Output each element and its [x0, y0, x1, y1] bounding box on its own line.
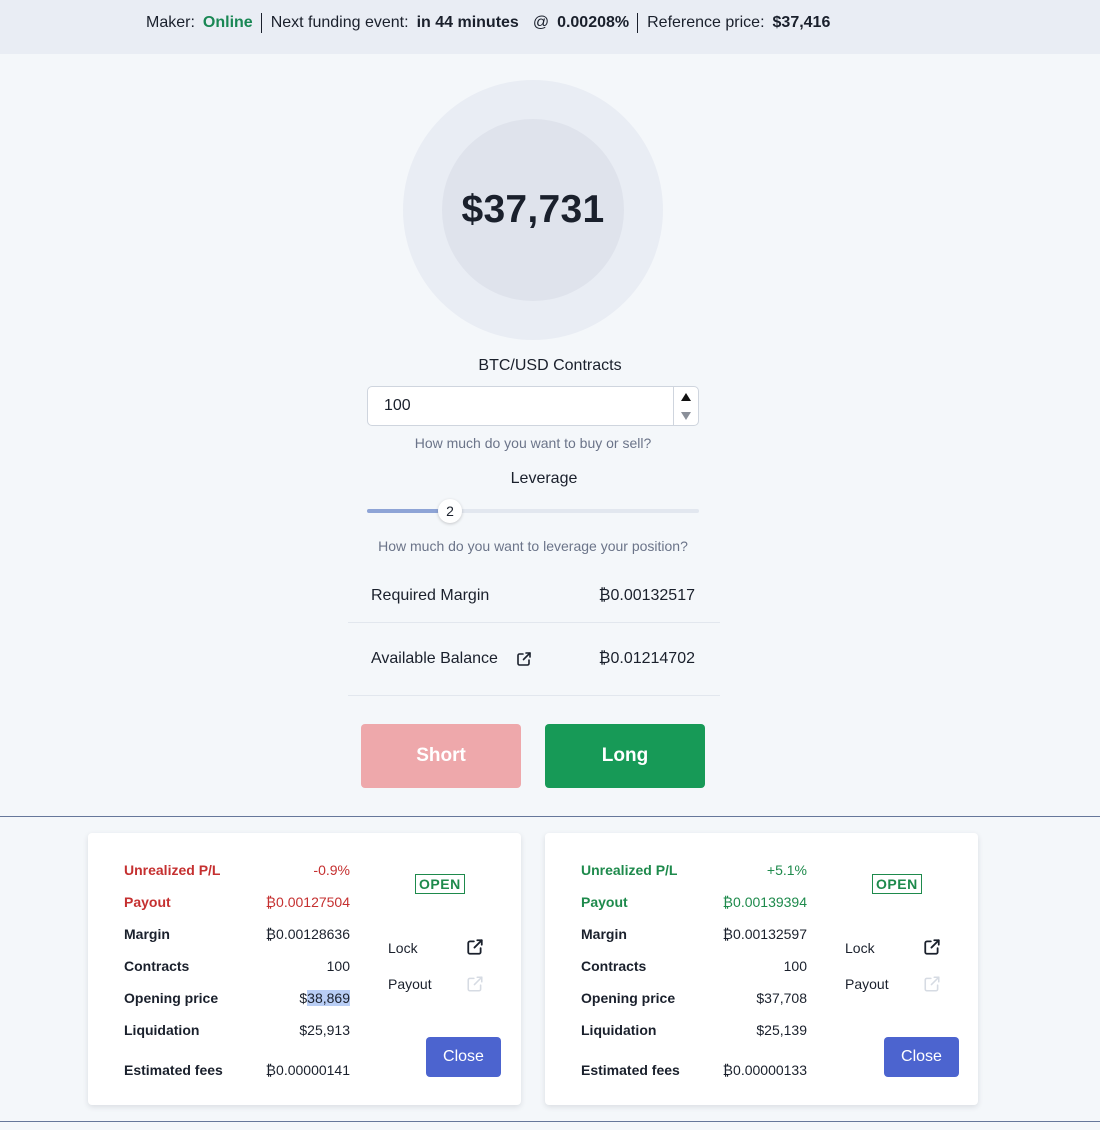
payout-action-label: Payout: [388, 976, 432, 992]
payout-label: Payout: [124, 894, 171, 910]
estimated-fees-label: Estimated fees: [124, 1062, 223, 1078]
funding-rate: 0.00208%: [557, 14, 630, 31]
close-position-button[interactable]: Close: [426, 1037, 501, 1077]
estimated-fees-label: Estimated fees: [581, 1062, 680, 1078]
opening-price-value: $38,869: [299, 990, 350, 1006]
leverage-value: 2: [446, 503, 454, 519]
close-position-button[interactable]: Close: [884, 1037, 959, 1077]
margin-value: ₿0.00128636: [265, 926, 350, 942]
payout-action-label: Payout: [845, 976, 889, 992]
reference-price: $37,416: [772, 14, 831, 31]
estimated-fees-value: ₿0.00000133: [722, 1062, 807, 1078]
external-link-icon: [924, 976, 940, 992]
margin-label: Margin: [124, 926, 170, 942]
opening-price-selected: 38,869: [307, 990, 350, 1006]
available-balance-value: ₿0.01214702: [598, 650, 695, 667]
unrealized-pl-value: -0.9%: [313, 862, 350, 878]
unrealized-pl-label: Unrealized P/L: [581, 862, 678, 878]
status-badge: OPEN: [415, 874, 465, 894]
required-margin-value: ₿0.00132517: [598, 587, 695, 604]
divider: [260, 13, 262, 33]
position-card: Unrealized P/L +5.1% Payout ₿0.00139394 …: [545, 833, 978, 1105]
section-divider: [0, 816, 1100, 817]
liquidation-label: Liquidation: [124, 1022, 200, 1038]
divider: [348, 695, 720, 696]
at-symbol: @: [532, 14, 550, 31]
leverage-hint: How much do you want to leverage your po…: [378, 538, 688, 554]
current-price: $37,731: [461, 188, 605, 231]
maker-status: Online: [202, 14, 253, 31]
available-balance-label: Available Balance: [371, 650, 498, 667]
divider: [637, 13, 639, 33]
estimated-fees-value: ₿0.00000141: [265, 1062, 350, 1078]
leverage-slider[interactable]: 2: [367, 498, 699, 524]
required-margin-label: Required Margin: [371, 587, 490, 604]
long-button[interactable]: Long: [545, 724, 705, 788]
margin-label: Margin: [581, 926, 627, 942]
liquidation-label: Liquidation: [581, 1022, 657, 1038]
contracts-stepper[interactable]: [673, 387, 698, 425]
status-badge: OPEN: [872, 874, 922, 894]
lock-label: Lock: [845, 940, 875, 956]
contracts-label: Contracts: [124, 958, 190, 974]
unrealized-pl-label: Unrealized P/L: [124, 862, 221, 878]
contracts-value: 100: [326, 958, 350, 974]
unrealized-pl-value: +5.1%: [766, 862, 807, 878]
funding-time: in 44 minutes: [416, 14, 519, 31]
slider-fill: [367, 509, 439, 513]
spin-down-icon[interactable]: [681, 412, 691, 420]
liquidation-value: $25,139: [756, 1022, 807, 1038]
liquidation-value: $25,913: [299, 1022, 350, 1038]
payout-value: ₿0.00139394: [722, 894, 807, 910]
contracts-hint: How much do you want to buy or sell?: [414, 435, 652, 451]
spin-up-icon[interactable]: [681, 393, 691, 401]
contracts-value: 100: [783, 958, 807, 974]
external-link-icon[interactable]: [516, 651, 532, 667]
margin-value: ₿0.00132597: [722, 926, 807, 942]
opening-price-label: Opening price: [581, 990, 676, 1006]
leverage-label: Leverage: [510, 470, 578, 487]
maker-label: Maker:: [146, 14, 195, 31]
slider-thumb[interactable]: 2: [438, 499, 462, 523]
external-link-icon: [467, 976, 483, 992]
position-card: Unrealized P/L -0.9% Payout ₿0.00127504 …: [88, 833, 521, 1105]
contracts-label: Contracts: [581, 958, 647, 974]
funding-label: Next funding event:: [270, 14, 409, 31]
external-link-icon[interactable]: [466, 938, 484, 956]
short-button[interactable]: Short: [361, 724, 521, 788]
payout-label: Payout: [581, 894, 628, 910]
payout-value: ₿0.00127504: [265, 894, 350, 910]
lock-label: Lock: [388, 940, 418, 956]
contracts-label: BTC/USD Contracts: [478, 357, 622, 374]
divider: [348, 622, 720, 623]
price-ticker: $37,731: [442, 119, 624, 301]
reference-price-label: Reference price:: [647, 14, 765, 31]
opening-price-value: $37,708: [756, 990, 807, 1006]
contracts-input[interactable]: 100: [367, 386, 699, 426]
opening-price-label: Opening price: [124, 990, 219, 1006]
opening-price-prefix: $: [299, 990, 308, 1006]
status-bar: Maker: Online Next funding event: in 44 …: [0, 0, 1100, 54]
section-divider: [0, 1121, 1100, 1122]
external-link-icon[interactable]: [923, 938, 941, 956]
contracts-input-value: 100: [384, 397, 411, 414]
